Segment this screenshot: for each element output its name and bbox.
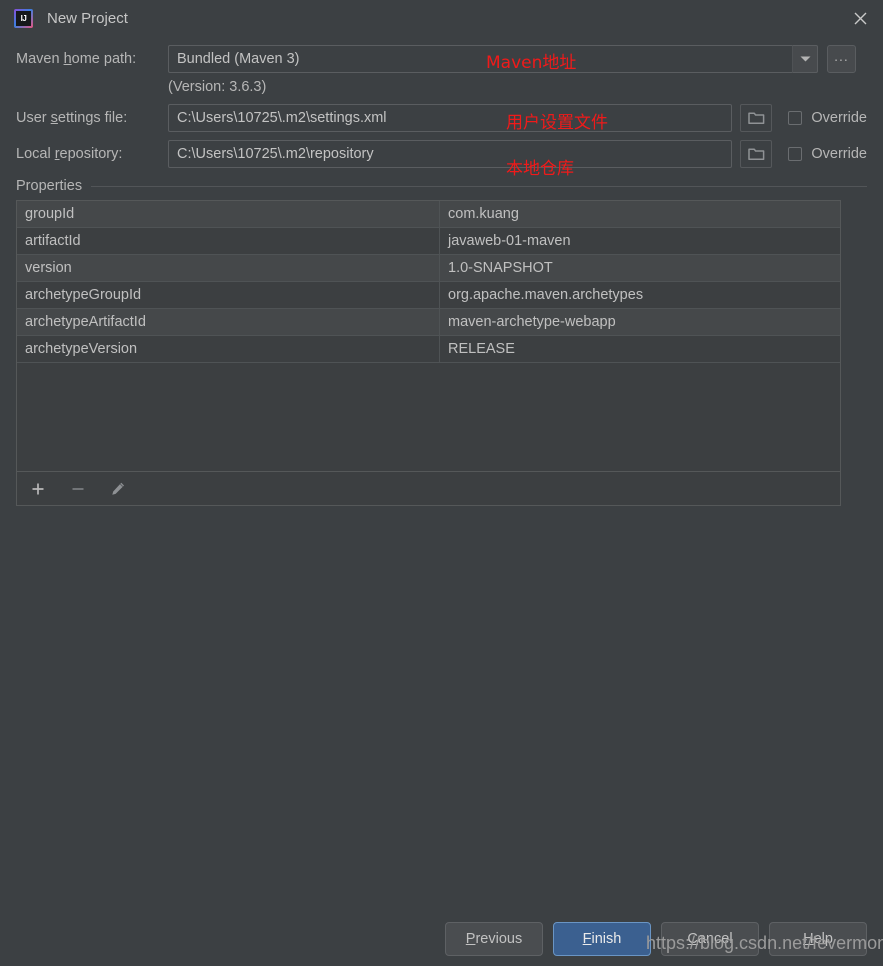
maven-home-browse-button[interactable]: ... bbox=[827, 45, 856, 73]
properties-title: Properties bbox=[16, 178, 83, 194]
property-key-cell[interactable]: archetypeArtifactId bbox=[17, 308, 440, 336]
property-key-cell[interactable]: groupId bbox=[17, 201, 440, 228]
pencil-glyph bbox=[112, 482, 124, 495]
pencil-icon[interactable] bbox=[107, 478, 129, 500]
maven-home-path-value: Bundled (Maven 3) bbox=[177, 51, 300, 67]
chevron-down-icon[interactable] bbox=[792, 45, 818, 73]
user-settings-file-row: User settings file: C:\Users\10725\.m2\s… bbox=[16, 104, 867, 133]
local-repository-override-checkbox[interactable]: Override bbox=[788, 146, 867, 162]
local-repository-row: Local repository: C:\Users\10725\.m2\rep… bbox=[16, 140, 867, 179]
maven-settings-form: Maven home path: Bundled (Maven 3) ... M… bbox=[0, 37, 883, 506]
table-row[interactable]: archetypeVersion RELEASE bbox=[17, 335, 840, 363]
checkbox-box[interactable] bbox=[788, 111, 803, 125]
maven-home-path-combobox[interactable]: Bundled (Maven 3) bbox=[168, 45, 818, 73]
local-repository-value: C:\Users\10725\.m2\repository bbox=[177, 146, 374, 162]
intellij-logo-icon: IJ bbox=[14, 9, 33, 28]
local-repository-input[interactable]: C:\Users\10725\.m2\repository bbox=[168, 140, 733, 168]
property-value-cell[interactable]: maven-archetype-webapp bbox=[439, 308, 840, 336]
window-title: New Project bbox=[47, 10, 128, 27]
user-settings-file-input[interactable]: C:\Users\10725\.m2\settings.xml bbox=[168, 104, 733, 132]
minus-icon[interactable] bbox=[67, 478, 89, 500]
checkbox-box[interactable] bbox=[788, 147, 803, 161]
previous-button[interactable]: Previous bbox=[445, 922, 543, 956]
table-row[interactable]: archetypeGroupId org.apache.maven.archety… bbox=[17, 281, 840, 309]
folder-icon[interactable] bbox=[740, 140, 773, 168]
dialog-footer: Previous Finish Cancel Help bbox=[0, 922, 883, 956]
maven-home-path-label: Maven home path: bbox=[16, 51, 137, 67]
property-key-cell[interactable]: artifactId bbox=[17, 227, 440, 255]
cancel-button[interactable]: Cancel bbox=[661, 922, 759, 956]
plus-glyph bbox=[32, 483, 44, 494]
properties-table-toolbar bbox=[17, 471, 840, 505]
intellij-logo-label: IJ bbox=[16, 11, 31, 26]
plus-icon[interactable] bbox=[27, 478, 49, 500]
property-value-cell[interactable]: org.apache.maven.archetypes bbox=[439, 281, 840, 309]
user-settings-file-value: C:\Users\10725\.m2\settings.xml bbox=[177, 110, 387, 126]
property-value-cell[interactable]: 1.0-SNAPSHOT bbox=[439, 254, 840, 282]
table-row[interactable]: artifactId javaweb-01-maven bbox=[17, 227, 840, 255]
properties-group-header: Properties bbox=[16, 178, 867, 194]
local-repository-label: Local repository: bbox=[16, 146, 123, 162]
folder-glyph bbox=[748, 112, 765, 124]
property-value-cell[interactable]: RELEASE bbox=[439, 335, 840, 363]
table-row[interactable]: groupId com.kuang bbox=[17, 201, 840, 228]
help-button[interactable]: Help bbox=[769, 922, 867, 956]
folder-glyph bbox=[748, 148, 765, 160]
local-repository-override-label: Override bbox=[811, 146, 867, 162]
properties-table: groupId com.kuang artifactId javaweb-01-mav… bbox=[17, 201, 840, 363]
properties-separator bbox=[91, 185, 867, 187]
user-settings-file-label: User settings file: bbox=[16, 110, 128, 126]
property-key-cell[interactable]: archetypeGroupId bbox=[17, 281, 440, 309]
close-icon[interactable] bbox=[837, 0, 883, 37]
table-row[interactable]: archetypeArtifactId maven-archetype-webap… bbox=[17, 308, 840, 336]
maven-home-path-row: Maven home path: Bundled (Maven 3) ... M… bbox=[16, 45, 867, 73]
finish-button[interactable]: Finish bbox=[553, 922, 651, 956]
table-row[interactable]: version 1.0-SNAPSHOT bbox=[17, 254, 840, 282]
property-key-cell[interactable]: version bbox=[17, 254, 440, 282]
folder-icon[interactable] bbox=[740, 104, 773, 132]
user-settings-override-label: Override bbox=[811, 110, 867, 126]
title-bar: IJ New Project bbox=[0, 0, 883, 37]
properties-table-body: groupId com.kuang artifactId javaweb-01-mav… bbox=[17, 201, 840, 471]
user-settings-override-checkbox[interactable]: Override bbox=[788, 110, 867, 126]
property-key-cell[interactable]: archetypeVersion bbox=[17, 335, 440, 363]
properties-table-panel: groupId com.kuang artifactId javaweb-01-mav… bbox=[16, 200, 841, 506]
chevron-down-glyph bbox=[800, 56, 810, 62]
property-value-cell[interactable]: javaweb-01-maven bbox=[439, 227, 840, 255]
maven-home-path-input[interactable]: Bundled (Maven 3) bbox=[168, 45, 792, 73]
property-value-cell[interactable]: com.kuang bbox=[439, 201, 840, 228]
close-glyph bbox=[854, 12, 866, 25]
maven-version-note: (Version: 3.6.3) bbox=[168, 79, 267, 95]
minus-glyph bbox=[72, 487, 84, 490]
